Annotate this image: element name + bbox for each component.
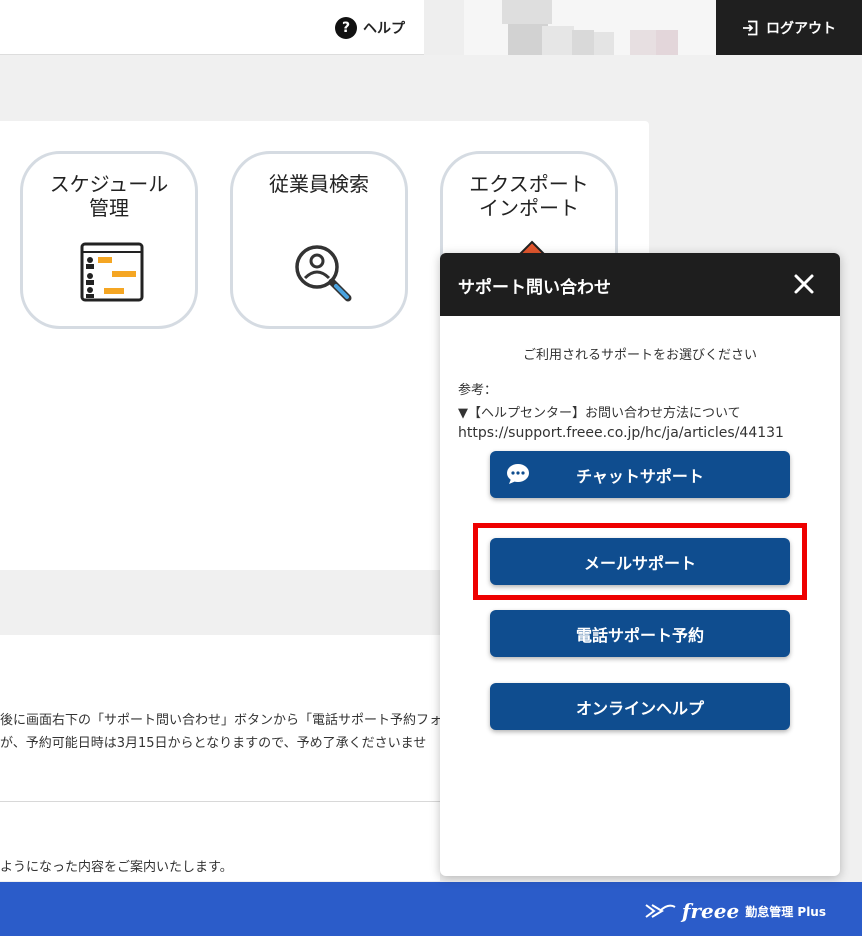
top-header: ? ヘルプ ログアウト — [0, 0, 862, 55]
support-prompt: ご利用されるサポートをお選びください — [522, 348, 757, 363]
online-help-button[interactable]: オンラインヘルプ — [490, 683, 790, 730]
reference-link[interactable]: https://support.freee.co.jp/hc/ja/articl… — [458, 425, 784, 441]
close-icon[interactable] — [792, 272, 816, 296]
bird-logo-icon — [645, 904, 676, 918]
phone-support-button[interactable]: 電話サポート予約 — [490, 610, 790, 657]
notice-line-2: が、予約可能日時は3月15日からとなりますので、予め了承くださいませ — [0, 736, 427, 751]
notice-area: 後に画面右下の「サポート問い合わせ」ボタンから「電話サポート予約フォ が、予約可… — [0, 635, 440, 881]
tile-employee-search-label: 従業員検索 — [269, 172, 369, 196]
help-label: ヘルプ — [363, 21, 405, 37]
divider — [0, 801, 440, 802]
reference-title: ▼【ヘルプセンター】お問い合わせ方法について — [458, 406, 741, 421]
user-info-blurred — [424, 0, 716, 55]
notice-line-3: ようになった内容をご案内いたします。 — [0, 860, 233, 875]
logout-label: ログアウト — [766, 20, 836, 37]
logout-button[interactable]: ログアウト — [716, 0, 862, 55]
tile-schedule[interactable]: スケジュール 管理 — [20, 151, 198, 329]
help-icon: ? — [335, 17, 357, 39]
logout-icon — [743, 20, 758, 35]
phone-support-label: 電話サポート予約 — [575, 625, 704, 645]
support-panel-header: サポート問い合わせ — [440, 253, 840, 316]
chat-support-label: チャットサポート — [576, 466, 704, 486]
brand-logo: freee 勤怠管理 Plus — [644, 899, 826, 923]
highlight-box — [473, 523, 807, 600]
support-panel-title: サポート問い合わせ — [458, 278, 611, 298]
online-help-label: オンラインヘルプ — [575, 698, 704, 718]
chat-bubble-icon — [507, 464, 529, 484]
chat-support-button[interactable]: チャットサポート — [490, 451, 790, 498]
tile-employee-search[interactable]: 従業員検索 — [230, 151, 408, 329]
employee-search-icon — [295, 245, 352, 302]
tile-schedule-label: スケジュール 管理 — [49, 172, 169, 220]
brand-product-name: 勤怠管理 Plus — [745, 904, 826, 919]
brand-logo-text: freee — [681, 899, 740, 923]
notice-line-1: 後に画面右下の「サポート問い合わせ」ボタンから「電話サポート予約フォ — [0, 713, 440, 728]
help-link[interactable]: ? ヘルプ — [335, 17, 405, 39]
reference-label: 参考： — [458, 383, 498, 398]
schedule-icon — [80, 242, 144, 302]
tile-export-import-label: エクスポート インポート — [469, 172, 589, 220]
footer: freee 勤怠管理 Plus — [0, 882, 862, 936]
